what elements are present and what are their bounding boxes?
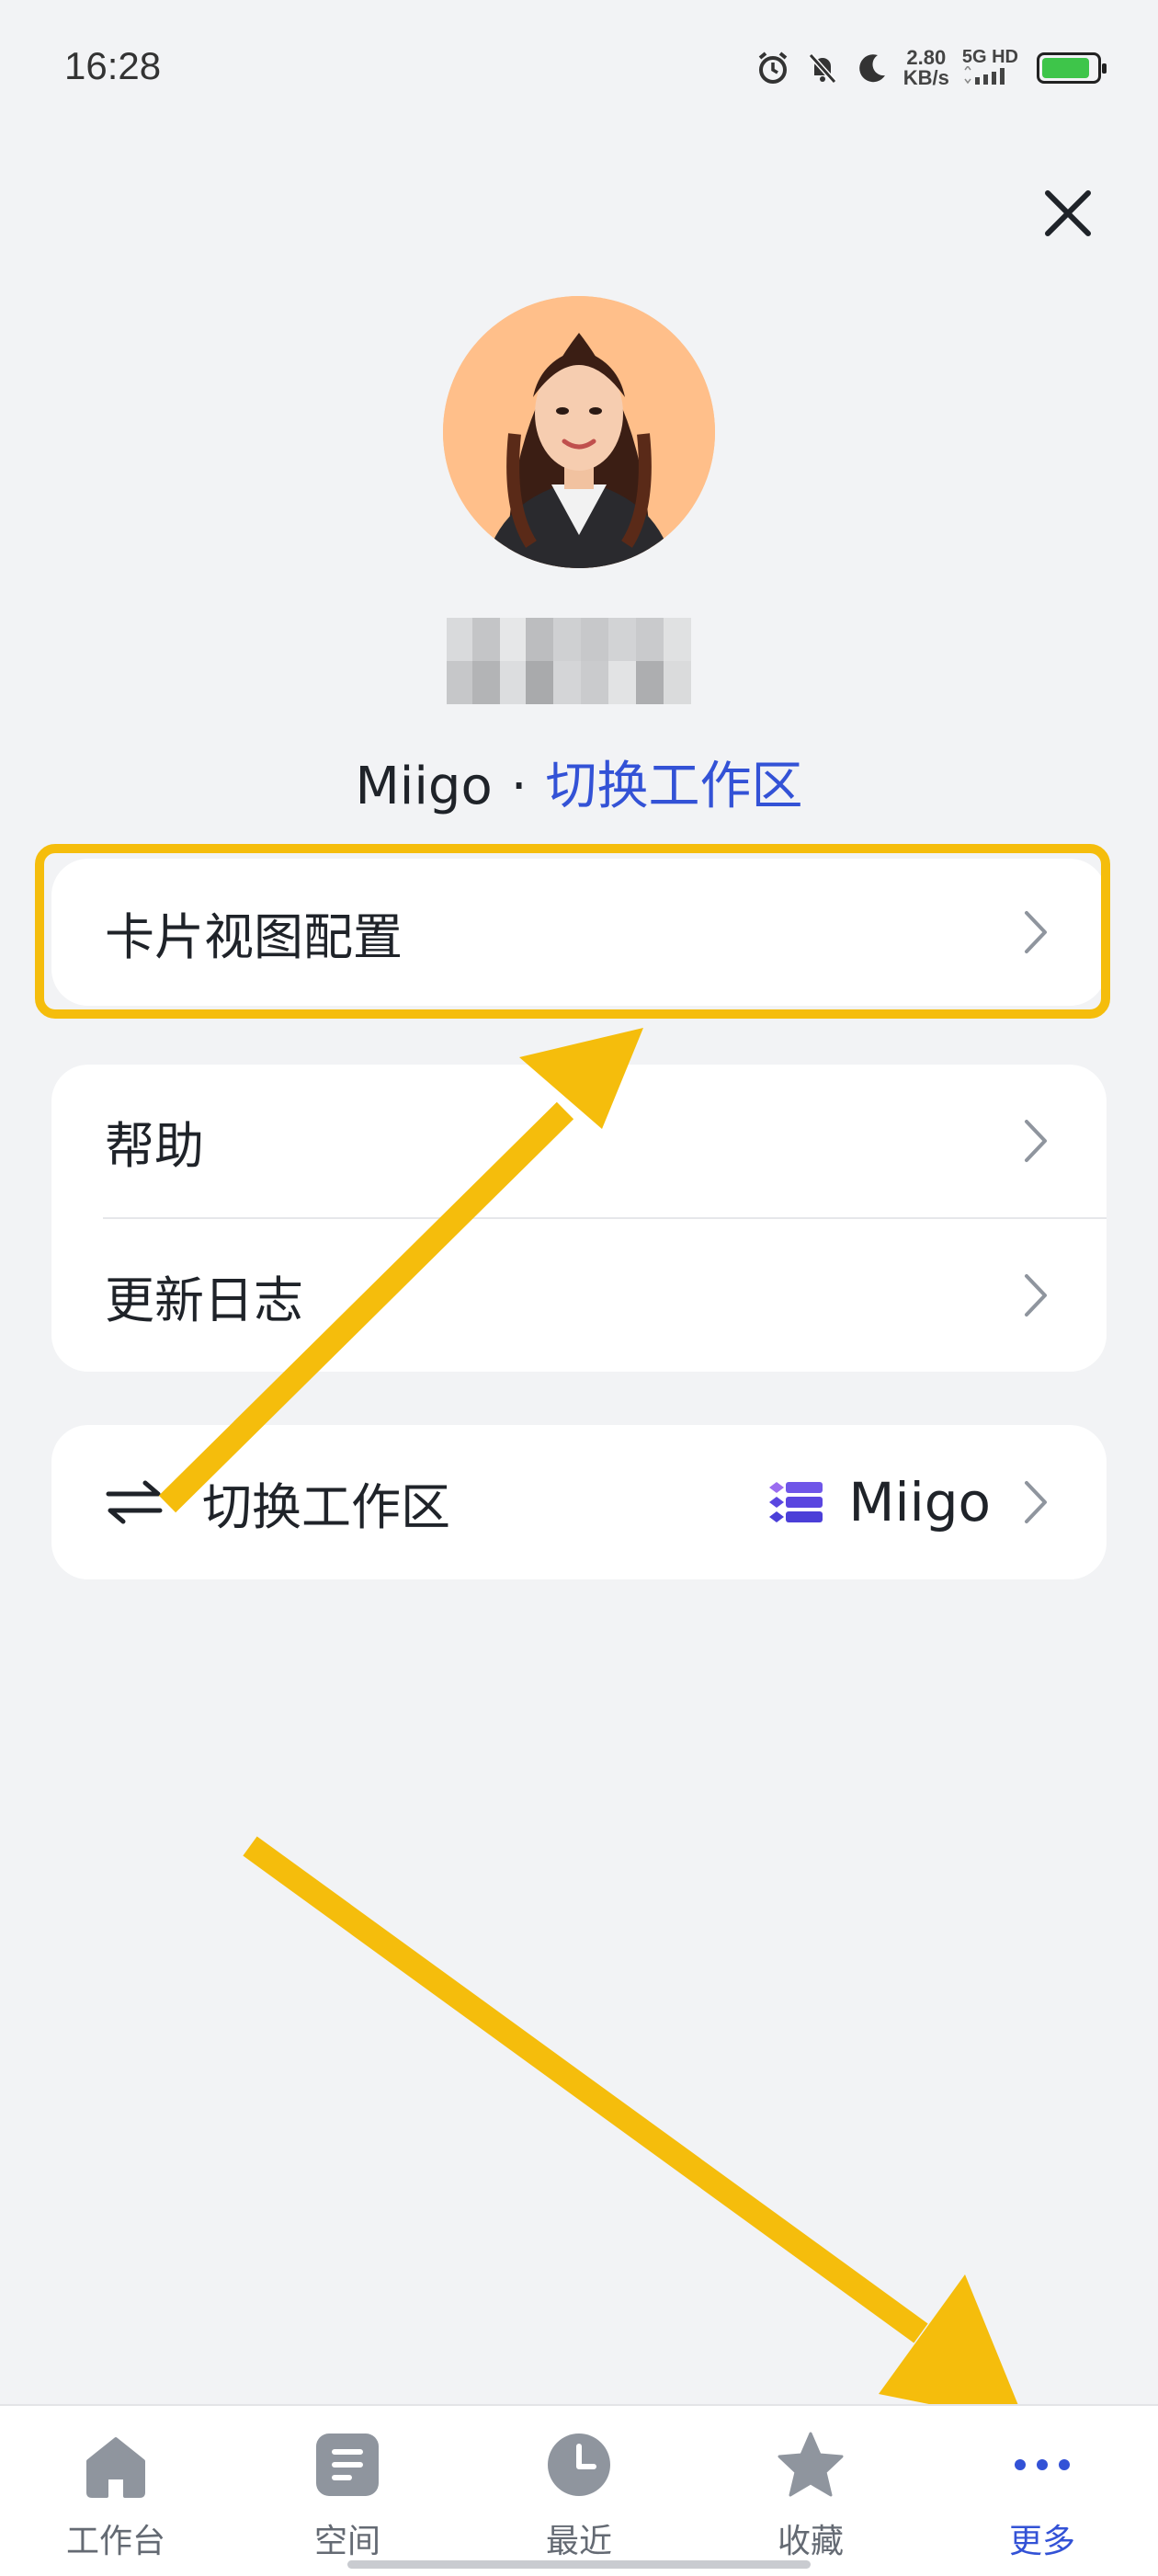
bottom-tab-bar: 工作台 空间 最近 收藏 更多 xyxy=(0,2404,1158,2576)
status-bar: 16:28 2.80 KB/s 5G HD xyxy=(0,0,1158,138)
network-type: 5G HD xyxy=(962,48,1018,88)
tab-recent[interactable]: 最近 xyxy=(463,2406,695,2576)
help-label: 帮助 xyxy=(105,1116,204,1175)
changelog-item[interactable]: 更新日志 xyxy=(51,1219,1107,1372)
card-view-config-label: 卡片视图配置 xyxy=(105,907,403,966)
battery-icon xyxy=(1037,52,1107,84)
star-icon xyxy=(778,2432,844,2497)
switch-workspace-label: 切换工作区 xyxy=(202,1477,450,1536)
help-card: 帮助 更新日志 xyxy=(51,1065,1107,1372)
close-icon[interactable] xyxy=(1039,184,1097,243)
tab-label: 最近 xyxy=(545,2523,612,2560)
home-icon xyxy=(86,2437,145,2498)
tab-workbench[interactable]: 工作台 xyxy=(0,2406,232,2576)
tab-label: 工作台 xyxy=(65,2523,165,2560)
moon-icon xyxy=(858,54,885,83)
help-item[interactable]: 帮助 xyxy=(51,1065,1107,1217)
chevron-right-icon xyxy=(1025,911,1047,953)
mute-icon xyxy=(808,52,836,85)
current-workspace: Miigo xyxy=(767,1471,991,1533)
separator: · xyxy=(510,757,528,816)
workspace-name: Miigo xyxy=(355,757,493,816)
username-redacted xyxy=(447,618,691,704)
speed-unit: KB/s xyxy=(903,66,949,89)
chevron-right-icon xyxy=(1025,1481,1047,1523)
tab-more[interactable]: 更多 xyxy=(926,2406,1158,2576)
arrow-to-more-tab xyxy=(243,1836,1026,2423)
tab-favorites[interactable]: 收藏 xyxy=(695,2406,926,2576)
network-speed: 2.80 KB/s xyxy=(903,48,949,88)
switch-workspace-item[interactable]: 切换工作区 Miigo xyxy=(51,1425,1107,1579)
swap-icon xyxy=(106,1480,163,1524)
space-icon xyxy=(316,2434,379,2496)
more-icon xyxy=(1015,2459,1070,2470)
tab-label: 收藏 xyxy=(777,2523,844,2560)
workspace-line: Miigo · 切换工作区 xyxy=(0,745,1158,819)
signal-icon xyxy=(964,64,1005,85)
tab-space[interactable]: 空间 xyxy=(232,2406,463,2576)
miigo-logo-icon xyxy=(769,1482,823,1522)
battery-level xyxy=(1042,58,1090,78)
changelog-label: 更新日志 xyxy=(105,1271,303,1329)
alarm-icon xyxy=(758,51,788,84)
tab-label: 空间 xyxy=(313,2523,380,2560)
clock-icon xyxy=(548,2434,610,2496)
switch-workspace-link[interactable]: 切换工作区 xyxy=(546,757,803,816)
avatar[interactable] xyxy=(443,296,715,568)
speed-value: 2.80 xyxy=(906,46,947,69)
avatar-portrait xyxy=(443,296,715,568)
card-view-config-item[interactable]: 卡片视图配置 xyxy=(51,859,1107,1006)
home-indicator xyxy=(347,2560,811,2569)
status-icons: 2.80 KB/s 5G HD xyxy=(755,48,1107,88)
switch-workspace-card: 切换工作区 Miigo xyxy=(51,1425,1107,1579)
tab-label: 更多 xyxy=(1008,2523,1075,2560)
chevron-right-icon xyxy=(1025,1120,1047,1162)
chevron-right-icon xyxy=(1025,1274,1047,1316)
current-workspace-name: Miigo xyxy=(848,1471,991,1533)
card-view-config-card: 卡片视图配置 xyxy=(51,859,1107,1006)
status-time: 16:28 xyxy=(64,44,162,87)
network-label: 5G HD xyxy=(961,47,1018,67)
